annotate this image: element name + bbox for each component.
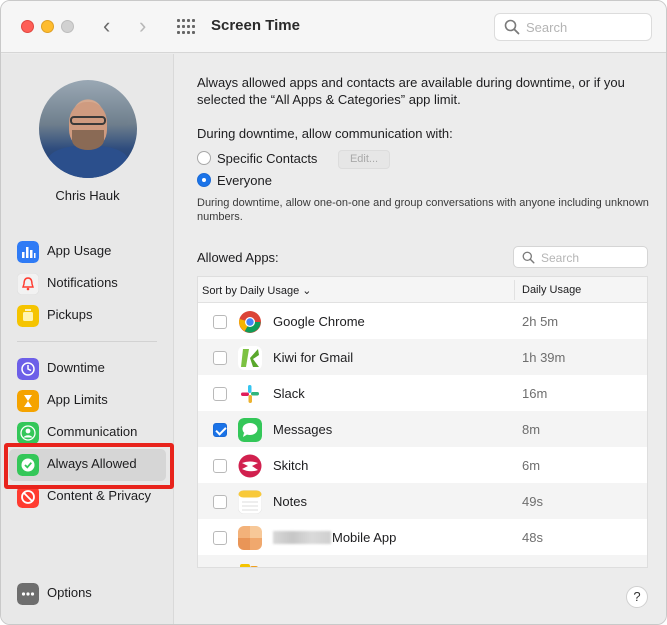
downtime-icon — [17, 358, 39, 380]
search-icon — [522, 251, 535, 264]
sidebar-item-app-usage[interactable]: App Usage — [17, 238, 167, 264]
redacted-text — [273, 531, 331, 544]
partial-app-icon — [240, 564, 258, 567]
avatar[interactable] — [39, 80, 137, 178]
app-checkbox[interactable] — [213, 351, 227, 365]
always-allowed-description: Always allowed apps and contacts are ava… — [197, 75, 625, 107]
app-usage: 16m — [522, 386, 548, 401]
table-row[interactable]: Kiwi for Gmail 1h 39m — [198, 339, 647, 375]
table-header: Sort by Daily Usage ⌄ Daily Usage — [198, 277, 647, 303]
bell-icon — [17, 273, 39, 295]
app-checkbox[interactable] — [213, 387, 227, 401]
slack-icon — [238, 382, 262, 406]
app-usage: 8m — [522, 422, 541, 437]
app-name: Messages — [273, 422, 333, 437]
kiwi-icon — [238, 346, 262, 370]
sidebar-item-label: Pickups — [47, 307, 93, 322]
options-button[interactable]: Options — [17, 580, 167, 606]
sidebar-divider — [17, 341, 157, 342]
app-checkbox[interactable] — [213, 459, 227, 473]
app-checkbox[interactable] — [213, 315, 227, 329]
app-name: Mobile App — [273, 530, 396, 545]
sidebar-item-label: Notifications — [47, 275, 118, 290]
app-name: Skitch — [273, 458, 309, 473]
sidebar-item-label: App Limits — [47, 392, 108, 407]
back-arrow-icon[interactable]: ‹ — [103, 14, 110, 38]
blurred-app-icon — [238, 526, 262, 550]
app-usage: 6m — [522, 458, 541, 473]
chrome-icon — [239, 311, 261, 333]
search-icon — [504, 19, 520, 35]
restricted-icon — [17, 486, 39, 508]
allowed-apps-label: Allowed Apps: — [197, 250, 279, 265]
person-icon — [17, 422, 39, 444]
sidebar-item-label: Content & Privacy — [47, 488, 152, 503]
bar-chart-icon — [17, 241, 39, 263]
notes-icon — [238, 490, 262, 514]
radio-specific-contacts[interactable] — [197, 151, 211, 165]
screen-time-window: ‹ › Screen Time Search Chris Hauk App Us… — [0, 0, 667, 625]
table-row[interactable]: Messages 8m — [198, 411, 647, 447]
radio-everyone-label[interactable]: Everyone — [217, 173, 272, 188]
table-row[interactable]: Skitch 6m — [198, 447, 647, 483]
close-window-button[interactable] — [21, 20, 34, 33]
sort-by-dropdown[interactable]: Sort by Daily Usage ⌄ — [202, 284, 311, 297]
app-checkbox-checked[interactable] — [213, 423, 227, 437]
app-usage: 49s — [522, 494, 543, 509]
sidebar-item-communication[interactable]: Communication — [17, 419, 167, 445]
skitch-icon — [238, 454, 262, 478]
radio-specific-contacts-label[interactable]: Specific Contacts — [217, 151, 317, 166]
preferences-search-field[interactable]: Search — [494, 13, 652, 41]
app-usage: 2h 5m — [522, 314, 559, 329]
daily-usage-column-header[interactable]: Daily Usage — [522, 284, 581, 296]
apps-search-placeholder: Search — [541, 251, 580, 265]
sidebar-item-downtime[interactable]: Downtime — [17, 355, 167, 381]
app-checkbox[interactable] — [213, 495, 227, 509]
sidebar-item-label: App Usage — [47, 243, 112, 258]
sidebar-item-label: Downtime — [47, 360, 105, 375]
title-bar: ‹ › Screen Time Search — [1, 1, 666, 53]
everyone-note: During downtime, allow one-on-one and gr… — [197, 197, 649, 223]
table-row[interactable]: Mobile App 48s — [198, 519, 647, 555]
annotation-highlight-box — [4, 443, 174, 489]
communication-label: During downtime, allow communication wit… — [197, 126, 453, 141]
show-all-grid-icon[interactable] — [177, 19, 195, 35]
sidebar-item-label: Communication — [47, 424, 138, 439]
apps-search-input[interactable]: Search — [513, 246, 648, 268]
sidebar-item-notifications[interactable]: Notifications — [17, 270, 167, 296]
table-row[interactable]: Google Chrome 2h 5m — [198, 303, 647, 339]
options-label: Options — [47, 585, 92, 600]
table-row[interactable]: Notes 49s — [198, 483, 647, 519]
table-row[interactable]: Slack 16m — [198, 375, 647, 411]
app-checkbox[interactable] — [213, 567, 227, 568]
app-usage: 48s — [522, 530, 543, 545]
sidebar: Chris Hauk App Usage Notifications Picku… — [1, 54, 174, 624]
sidebar-item-pickups[interactable]: Pickups — [17, 302, 167, 328]
sidebar-item-app-limits[interactable]: App Limits — [17, 387, 167, 413]
edit-contacts-button[interactable]: Edit... — [338, 150, 390, 169]
allowed-apps-table: Sort by Daily Usage ⌄ Daily Usage Google… — [197, 276, 648, 568]
app-usage: 1h 39m — [522, 350, 566, 365]
forward-arrow-icon[interactable]: › — [139, 14, 146, 38]
search-placeholder: Search — [526, 20, 568, 35]
pickups-icon — [17, 305, 39, 327]
window-title: Screen Time — [211, 17, 300, 34]
app-name: Google Chrome — [273, 314, 365, 329]
table-row-partial[interactable] — [198, 555, 647, 568]
help-button[interactable]: ? — [626, 586, 648, 608]
app-name: Kiwi for Gmail — [273, 350, 354, 365]
more-options-icon — [17, 583, 39, 605]
app-name: Notes — [273, 494, 307, 509]
app-name: Slack — [273, 386, 305, 401]
app-checkbox[interactable] — [213, 531, 227, 545]
main-panel: Always allowed apps and contacts are ava… — [175, 54, 666, 624]
user-name: Chris Hauk — [55, 188, 120, 203]
zoom-window-button[interactable] — [61, 20, 74, 33]
minimize-window-button[interactable] — [41, 20, 54, 33]
hourglass-icon — [17, 390, 39, 412]
radio-everyone[interactable] — [197, 173, 211, 187]
messages-icon — [238, 418, 262, 442]
